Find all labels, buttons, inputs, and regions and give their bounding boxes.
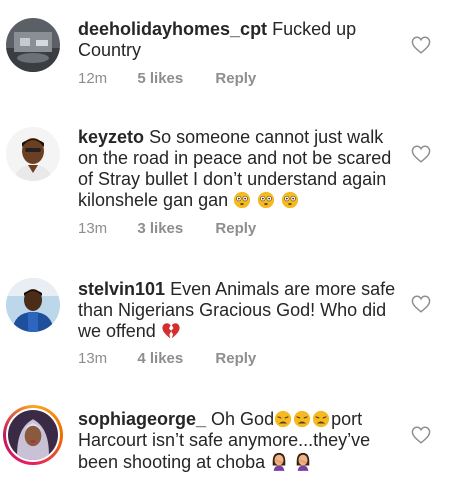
flushed-face-emoji-icon [234, 191, 251, 209]
comment-time: 12m [78, 70, 108, 87]
reply-button[interactable]: Reply [215, 220, 256, 237]
avatar-image [6, 127, 60, 181]
emoji-group [270, 452, 313, 472]
comment-body: stelvin101 Even Animals are more safe th… [78, 279, 403, 342]
avatar-story-ring[interactable] [3, 405, 63, 465]
emoji-group [233, 190, 300, 210]
emoji-group [274, 409, 331, 429]
broken-heart-emoji-icon [162, 323, 180, 339]
comment-username[interactable]: deeholidayhomes_cpt [78, 19, 267, 39]
avatar [6, 408, 60, 462]
avatar-image [8, 410, 58, 460]
comment-username[interactable]: stelvin101 [78, 279, 165, 299]
like-heart-icon[interactable] [411, 426, 431, 444]
woman-facepalming-emoji-icon [272, 452, 286, 471]
comment-username[interactable]: sophiageorge_ [78, 409, 206, 429]
likes-count[interactable]: 3 likes [137, 220, 183, 237]
likes-count[interactable]: 4 likes [137, 350, 183, 367]
reply-button[interactable]: Reply [215, 70, 256, 87]
comment-meta: 13m 4 likes Reply [78, 350, 256, 367]
like-heart-icon[interactable] [411, 36, 431, 54]
comment-meta: 12m 5 likes Reply [78, 70, 256, 87]
comment-body: keyzeto So someone cannot just walk on t… [78, 127, 403, 211]
avatar-image [6, 278, 60, 332]
weary-face-emoji-icon [274, 410, 292, 428]
comment-time: 13m [78, 220, 108, 237]
like-heart-icon[interactable] [411, 145, 431, 163]
weary-face-emoji-icon [293, 410, 311, 428]
flushed-face-emoji-icon [258, 191, 275, 209]
like-heart-icon[interactable] [411, 295, 431, 313]
flushed-face-emoji-icon [282, 191, 299, 209]
avatar[interactable] [6, 18, 60, 72]
comment-meta: 13m 3 likes Reply [78, 220, 256, 237]
comment-body: deeholidayhomes_cpt Fucked up Country [78, 19, 403, 61]
likes-count[interactable]: 5 likes [137, 70, 183, 87]
weary-face-emoji-icon [312, 410, 330, 428]
avatar-image [6, 18, 60, 72]
reply-button[interactable]: Reply [215, 350, 256, 367]
comment-body: sophiageorge_ Oh God port Harcourt isn’t… [78, 409, 403, 473]
comment-username[interactable]: keyzeto [78, 127, 144, 147]
avatar[interactable] [6, 127, 60, 181]
woman-facepalming-emoji-icon [296, 452, 310, 471]
comment-text-start: Oh God [211, 409, 275, 429]
avatar[interactable] [6, 278, 60, 332]
comment-time: 13m [78, 350, 108, 367]
